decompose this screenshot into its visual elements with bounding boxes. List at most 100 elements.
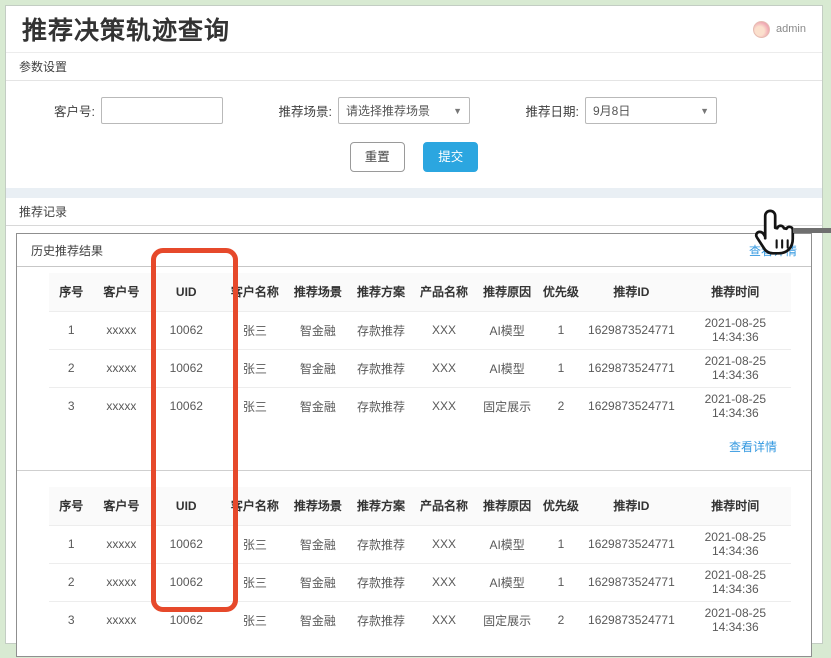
table-cell: 张三 (223, 525, 286, 563)
customer-input[interactable] (101, 97, 223, 124)
table-row: 1xxxxx10062张三智金融存款推荐XXXAI模型1162987352477… (49, 311, 791, 349)
scene-label: 推荐场景: (279, 101, 332, 120)
table-cell: AI模型 (476, 311, 539, 349)
column-header: 推荐时间 (680, 487, 791, 525)
table-cell: 2 (49, 563, 94, 601)
table-cell: 存款推荐 (349, 311, 412, 349)
table-header-row: 序号客户号UID客户名称推荐场景推荐方案产品名称推荐原因优先级推荐ID推荐时间 (49, 273, 791, 311)
table-cell: 智金融 (286, 349, 349, 387)
table-cell: 1 (539, 311, 584, 349)
column-header: 客户号 (94, 487, 150, 525)
table-cell: 存款推荐 (349, 387, 412, 425)
column-header: 序号 (49, 273, 94, 311)
table-cell: xxxxx (94, 349, 150, 387)
table-cell: AI模型 (476, 563, 539, 601)
column-header: UID (149, 487, 223, 525)
column-header: 优先级 (539, 273, 584, 311)
column-header: 产品名称 (413, 487, 476, 525)
table-1-wrap: 序号客户号UID客户名称推荐场景推荐方案产品名称推荐原因优先级推荐ID推荐时间 … (17, 267, 811, 425)
column-header: UID (149, 273, 223, 311)
table-cell: 张三 (223, 563, 286, 601)
column-header: 推荐方案 (349, 487, 412, 525)
table-cell: 张三 (223, 349, 286, 387)
reset-button[interactable]: 重置 (350, 142, 405, 172)
page-container: 推荐决策轨迹查询 admin 参数设置 客户号: 推荐场景: 请选择推荐场景 ▼ (5, 5, 823, 644)
table-cell: 10062 (149, 311, 223, 349)
table-cell: 存款推荐 (349, 525, 412, 563)
view-detail-link-top[interactable]: 查看详情 (749, 242, 797, 259)
column-header: 推荐场景 (286, 273, 349, 311)
submit-button[interactable]: 提交 (423, 142, 478, 172)
page-title: 推荐决策轨迹查询 (22, 11, 230, 47)
section-divider (6, 188, 822, 198)
table-cell: 2021-08-25 14:34:36 (680, 563, 791, 601)
table-cell: 存款推荐 (349, 563, 412, 601)
table-cell: XXX (413, 563, 476, 601)
table-cell: 存款推荐 (349, 601, 412, 639)
recommendation-table-2: 序号客户号UID客户名称推荐场景推荐方案产品名称推荐原因优先级推荐ID推荐时间 … (49, 487, 791, 639)
table-cell: 2021-08-25 14:34:36 (680, 311, 791, 349)
table-cell: 2 (539, 601, 584, 639)
history-results-title: 历史推荐结果 (31, 242, 103, 259)
column-header: 客户号 (94, 273, 150, 311)
column-header: 推荐原因 (476, 273, 539, 311)
column-header: 推荐时间 (680, 273, 791, 311)
table-divider (17, 470, 811, 471)
user-area[interactable]: admin (753, 21, 806, 38)
date-select-value: 9月8日 (593, 102, 630, 119)
table-cell: 3 (49, 601, 94, 639)
date-label: 推荐日期: (526, 101, 579, 120)
params-form: 客户号: 推荐场景: 请选择推荐场景 ▼ 推荐日期: 9月8日 ▼ (6, 81, 822, 172)
customer-field-group: 客户号: (54, 97, 223, 124)
column-header: 产品名称 (413, 273, 476, 311)
table-row: 3xxxxx10062张三智金融存款推荐XXX固定展示2162987352477… (49, 387, 791, 425)
table-cell: XXX (413, 387, 476, 425)
table-cell: 1 (539, 525, 584, 563)
column-header: 推荐ID (583, 273, 679, 311)
user-avatar-icon (753, 21, 770, 38)
table-cell: 智金融 (286, 311, 349, 349)
table-header-row: 序号客户号UID客户名称推荐场景推荐方案产品名称推荐原因优先级推荐ID推荐时间 (49, 487, 791, 525)
table-cell: 固定展示 (476, 387, 539, 425)
table-cell: 1629873524771 (583, 349, 679, 387)
table-cell: 张三 (223, 311, 286, 349)
table-cell: 2 (539, 387, 584, 425)
column-header: 推荐ID (583, 487, 679, 525)
table-cell: 1 (49, 525, 94, 563)
history-results-box: 历史推荐结果 查看详情 序号客户号UID客户名称推荐场景推荐方案产品名称推荐原因… (16, 233, 812, 657)
table-cell: 2 (49, 349, 94, 387)
scene-select[interactable]: 请选择推荐场景 ▼ (338, 97, 470, 124)
scene-select-value: 请选择推荐场景 (346, 102, 430, 119)
table-cell: 张三 (223, 601, 286, 639)
scene-field-group: 推荐场景: 请选择推荐场景 ▼ (279, 97, 470, 124)
table-cell: 1629873524771 (583, 387, 679, 425)
table-cell: 3 (49, 387, 94, 425)
table-cell: 张三 (223, 387, 286, 425)
table-cell: 智金融 (286, 601, 349, 639)
table-cell: 10062 (149, 349, 223, 387)
table-cell: 2021-08-25 14:34:36 (680, 387, 791, 425)
table-row: 1xxxxx10062张三智金融存款推荐XXXAI模型1162987352477… (49, 525, 791, 563)
column-header: 推荐场景 (286, 487, 349, 525)
recommendation-table-1: 序号客户号UID客户名称推荐场景推荐方案产品名称推荐原因优先级推荐ID推荐时间 … (49, 273, 791, 425)
table-2-wrap: 序号客户号UID客户名称推荐场景推荐方案产品名称推荐原因优先级推荐ID推荐时间 … (17, 481, 811, 639)
table-cell: 2021-08-25 14:34:36 (680, 525, 791, 563)
params-panel: 参数设置 客户号: 推荐场景: 请选择推荐场景 ▼ 推荐日期: 9 (6, 53, 822, 172)
date-select[interactable]: 9月8日 ▼ (585, 97, 717, 124)
table-cell: 10062 (149, 601, 223, 639)
view-detail-link-middle[interactable]: 查看详情 (729, 440, 777, 454)
page-header: 推荐决策轨迹查询 admin (6, 6, 822, 53)
table-cell: 1629873524771 (583, 563, 679, 601)
table-cell: XXX (413, 525, 476, 563)
table-cell: AI模型 (476, 349, 539, 387)
table-cell: 智金融 (286, 525, 349, 563)
table-cell: 10062 (149, 563, 223, 601)
table-cell: XXX (413, 311, 476, 349)
records-section-title: 推荐记录 (6, 198, 822, 226)
date-field-group: 推荐日期: 9月8日 ▼ (526, 97, 717, 124)
column-header: 序号 (49, 487, 94, 525)
table-cell: 2021-08-25 14:34:36 (680, 349, 791, 387)
table-cell: AI模型 (476, 525, 539, 563)
column-header: 推荐原因 (476, 487, 539, 525)
table-cell: 存款推荐 (349, 349, 412, 387)
